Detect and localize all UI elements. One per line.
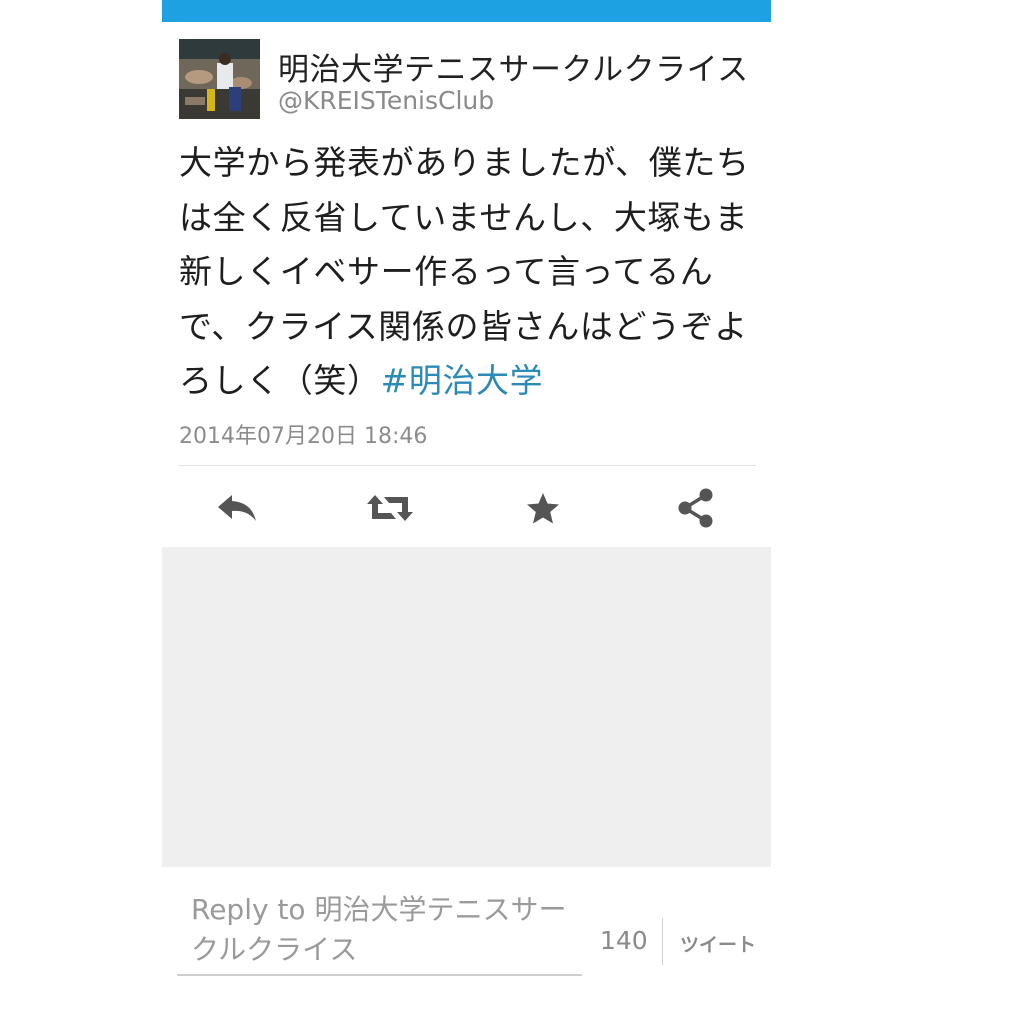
top-bar (162, 0, 771, 22)
tweet-text-line-last: ろしく（笑）#明治大学 (179, 354, 749, 409)
tweet-text-line: 大学から発表がありましたが、僕たち (179, 143, 750, 182)
tweet-button[interactable]: ツイート (680, 930, 756, 957)
display-name[interactable]: 明治大学テニスサークルクライス (278, 44, 749, 89)
tweet-text: 大学から発表がありましたが、僕たち は全く反省していませんし、大塚もま 新しくイ… (179, 136, 749, 409)
separator (662, 918, 663, 965)
user-handle[interactable]: @KREISTenisClub (278, 86, 494, 115)
tweet-text-line: は全く反省していませんし、大塚もま (179, 197, 749, 237)
star-icon (527, 493, 559, 524)
avatar[interactable] (179, 39, 260, 119)
retweet-button[interactable] (366, 484, 414, 532)
hashtag-link[interactable]: #明治大学 (381, 361, 544, 400)
content-gap (162, 547, 771, 867)
reply-icon (218, 495, 256, 521)
avatar-photo (179, 39, 260, 119)
divider (179, 465, 756, 466)
tweet-text-line: 新しくイベサー作るって言ってるん (179, 252, 714, 291)
timestamp: 2014年07月20日 18:46 (179, 424, 428, 449)
character-counter: 140 (600, 926, 648, 955)
tweet-text-line: で、クライス関係の皆さんはどうぞよ (179, 306, 748, 346)
share-button[interactable] (672, 484, 720, 532)
tweet-detail-screen: 明治大学テニスサークルクライス @KREISTenisClub 大学から発表があ… (162, 0, 771, 1024)
tweet-text-line: ろしく（笑） (179, 361, 381, 400)
share-icon (678, 488, 713, 528)
reply-composer[interactable] (177, 884, 582, 976)
reply-input[interactable] (177, 884, 582, 972)
favorite-button[interactable] (519, 484, 567, 532)
reply-button[interactable] (214, 484, 262, 532)
retweet-icon (367, 495, 413, 521)
